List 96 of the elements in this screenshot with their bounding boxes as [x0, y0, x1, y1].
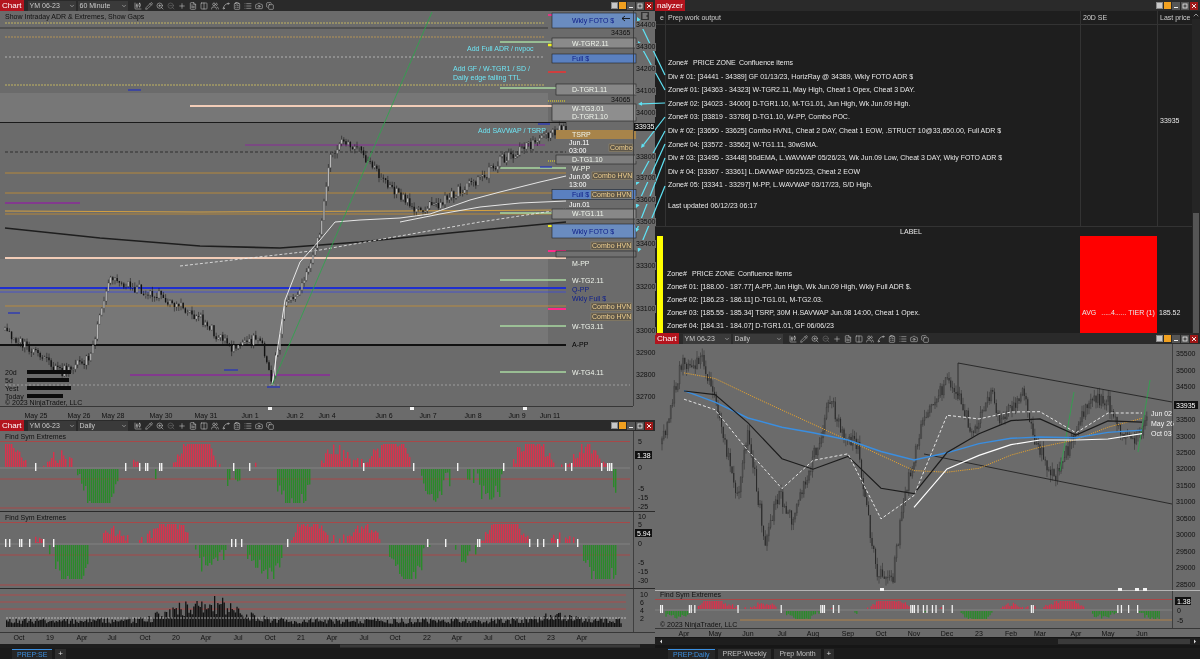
curve-icon[interactable]: [221, 421, 230, 430]
chevron-down-icon: [68, 422, 75, 429]
scroll-left-icon[interactable]: [660, 639, 662, 644]
zoom-in-icon[interactable]: [155, 421, 164, 430]
document-icon[interactable]: [188, 1, 197, 10]
level-line: [127, 89, 142, 91]
scroll-up-icon[interactable]: [1192, 11, 1200, 19]
marker-icon: [1135, 588, 1139, 591]
legend-bar: [27, 394, 63, 398]
scrollbar-thumb[interactable]: [340, 644, 640, 648]
window-title: nalyzer: [655, 0, 685, 11]
candlestick-icon[interactable]: [788, 334, 797, 343]
chart-label: Chart: [0, 0, 24, 11]
document-icon[interactable]: [188, 421, 197, 430]
chevron-down-icon: [775, 335, 782, 342]
chevron-down-icon: [68, 2, 75, 9]
document-icon[interactable]: [843, 334, 852, 343]
square-icon[interactable]: [1156, 2, 1163, 9]
maximize-icon[interactable]: [1181, 334, 1189, 343]
level-line: [7, 312, 21, 314]
scroll-right-icon[interactable]: [1194, 639, 1196, 644]
curve-icon[interactable]: [876, 334, 885, 343]
list-icon[interactable]: [243, 421, 252, 430]
chevron-down-icon: [120, 2, 127, 9]
level-line: [547, 71, 567, 73]
add-tab-button[interactable]: +: [55, 649, 67, 659]
crosshair-icon[interactable]: [177, 1, 186, 10]
candlestick-icon[interactable]: [133, 421, 142, 430]
copy-icon[interactable]: [265, 1, 274, 10]
clipboard-icon[interactable]: [232, 1, 241, 10]
close-icon[interactable]: [645, 421, 653, 430]
list-icon[interactable]: [898, 334, 907, 343]
add-tab-button[interactable]: +: [823, 649, 835, 659]
candlestick-icon[interactable]: [133, 1, 142, 10]
people-icon[interactable]: [210, 421, 219, 430]
close-icon[interactable]: [1190, 1, 1198, 10]
level-line: [499, 325, 567, 327]
columns-icon[interactable]: [199, 1, 208, 10]
chart-label: Chart: [655, 333, 679, 344]
pencil-icon[interactable]: [144, 1, 153, 10]
curve-icon[interactable]: [221, 1, 230, 10]
minimize-icon[interactable]: [1172, 1, 1180, 10]
minimize-icon[interactable]: [1172, 334, 1180, 343]
people-icon[interactable]: [865, 334, 874, 343]
minimize-icon[interactable]: [627, 421, 635, 430]
pointer-arrow: [638, 101, 666, 106]
crosshair-icon[interactable]: [832, 334, 841, 343]
panel-icon[interactable]: [641, 12, 649, 20]
clipboard-icon[interactable]: [232, 421, 241, 430]
maximize-icon[interactable]: [636, 1, 644, 10]
pointer-arrow: [637, 185, 666, 252]
list-icon[interactable]: [243, 1, 252, 10]
copy-icon[interactable]: [920, 334, 929, 343]
maximize-icon[interactable]: [1181, 1, 1189, 10]
close-icon[interactable]: [1190, 334, 1198, 343]
marker-icon: [880, 588, 884, 591]
level-line: [547, 100, 567, 102]
chart-label: Chart: [0, 420, 24, 431]
clipboard-icon[interactable]: [887, 334, 896, 343]
level-line: [223, 369, 239, 371]
square-icon[interactable]: [1156, 335, 1163, 342]
columns-icon[interactable]: [199, 421, 208, 430]
pointer-arrow: [636, 17, 666, 76]
copy-icon[interactable]: [265, 421, 274, 430]
pointer-arrow: [638, 41, 666, 91]
scrollbar-thumb[interactable]: [1058, 639, 1190, 644]
marker-icon: [1143, 588, 1147, 591]
maximize-icon[interactable]: [636, 421, 644, 430]
legend-bar: [27, 378, 69, 382]
zoom-in-icon[interactable]: [155, 1, 164, 10]
zoom-in-icon[interactable]: [810, 334, 819, 343]
camera-icon[interactable]: [254, 421, 263, 430]
legend-bar: [27, 370, 71, 374]
square-icon[interactable]: [611, 2, 618, 9]
marker-icon: [1118, 588, 1122, 591]
camera-icon[interactable]: [909, 334, 918, 343]
columns-icon[interactable]: [854, 334, 863, 343]
square-icon[interactable]: [611, 422, 618, 429]
chevron-down-icon: [723, 335, 730, 342]
scrollbar-thumb[interactable]: [1193, 213, 1199, 333]
minimize-icon[interactable]: [627, 1, 635, 10]
close-icon[interactable]: [645, 1, 653, 10]
chevron-down-icon: [120, 422, 127, 429]
marker-icon: [410, 407, 414, 410]
crosshair-icon[interactable]: [177, 421, 186, 430]
level-line: [499, 279, 567, 281]
level-line: [537, 123, 551, 125]
level-line: [499, 371, 567, 373]
pencil-icon[interactable]: [799, 334, 808, 343]
left-arrow-icon: [621, 15, 631, 22]
pencil-icon[interactable]: [144, 421, 153, 430]
marker-icon: [523, 407, 527, 410]
legend-bar: [27, 386, 71, 390]
people-icon[interactable]: [210, 1, 219, 10]
marker-icon: [268, 407, 272, 410]
camera-icon[interactable]: [254, 1, 263, 10]
